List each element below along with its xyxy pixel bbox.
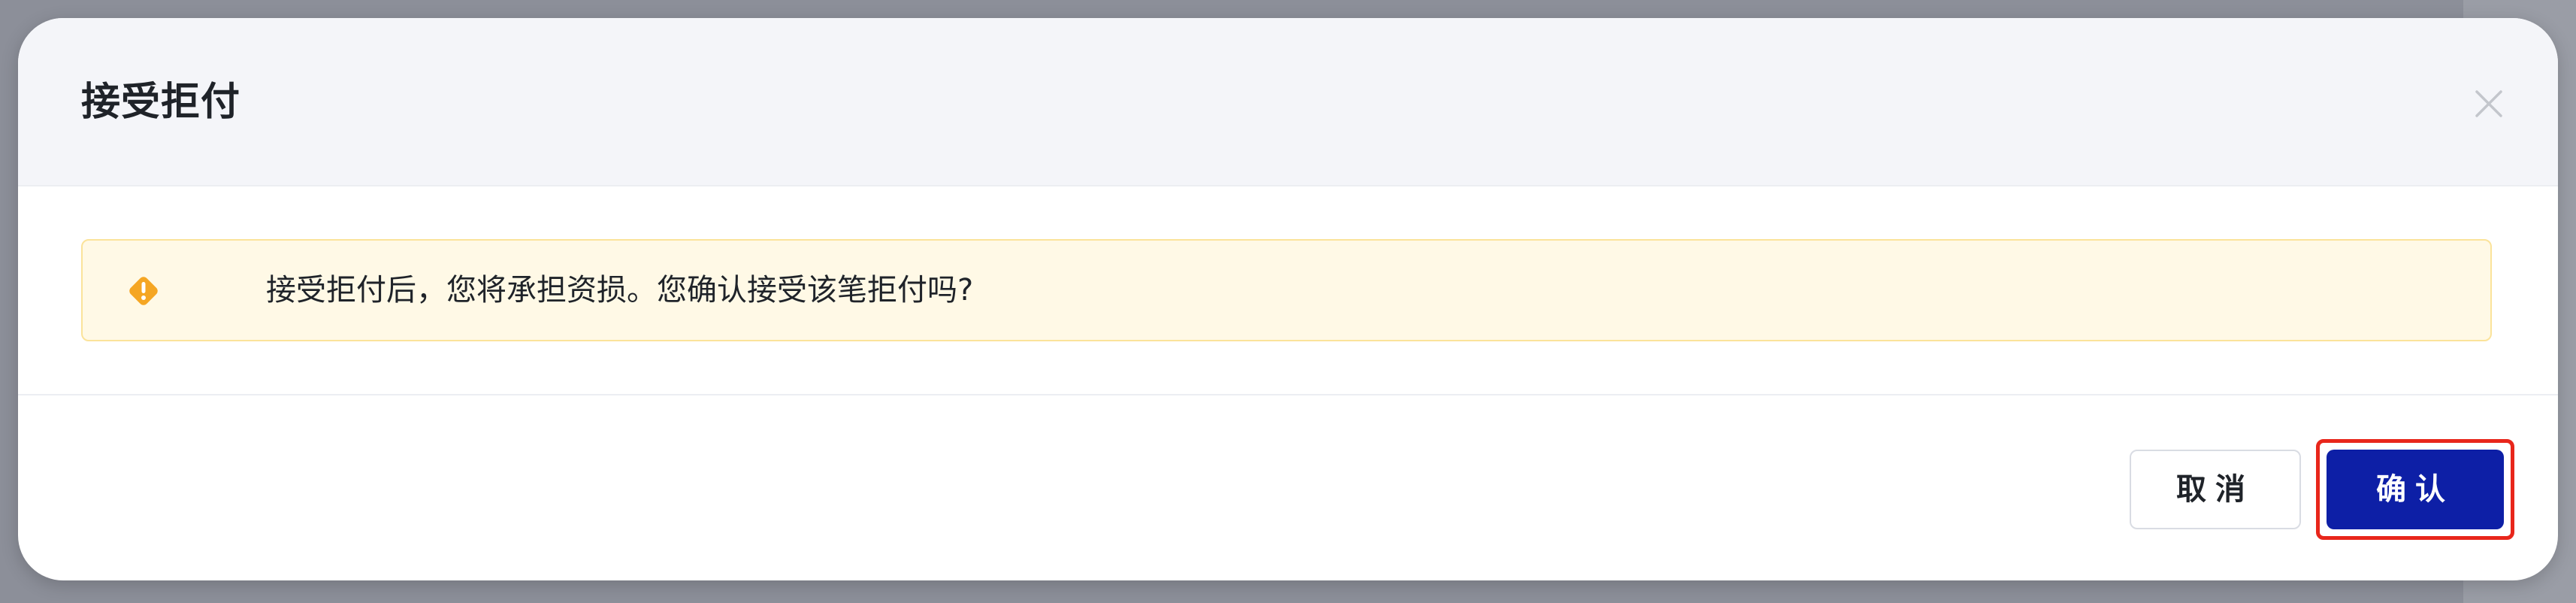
footer-divider: [18, 394, 2558, 395]
cancel-button[interactable]: 取消: [2130, 450, 2301, 529]
dialog-header: 接受拒付: [18, 18, 2558, 186]
confirm-button[interactable]: 确认: [2327, 450, 2504, 529]
warning-diamond-icon: [126, 274, 161, 308]
warning-alert: 接受拒付后，您将承担资损。您确认接受该笔拒付吗?: [81, 239, 2492, 341]
dialog-title: 接受拒付: [81, 80, 241, 125]
close-icon: [2475, 90, 2502, 117]
close-button[interactable]: [2472, 87, 2505, 120]
accept-chargeback-dialog: 接受拒付 接受拒付后，您将承担资损。您确认接受该笔拒付吗? 取消 确认: [18, 18, 2558, 580]
alert-message: 接受拒付后，您将承担资损。您确认接受该笔拒付吗?: [266, 273, 974, 308]
